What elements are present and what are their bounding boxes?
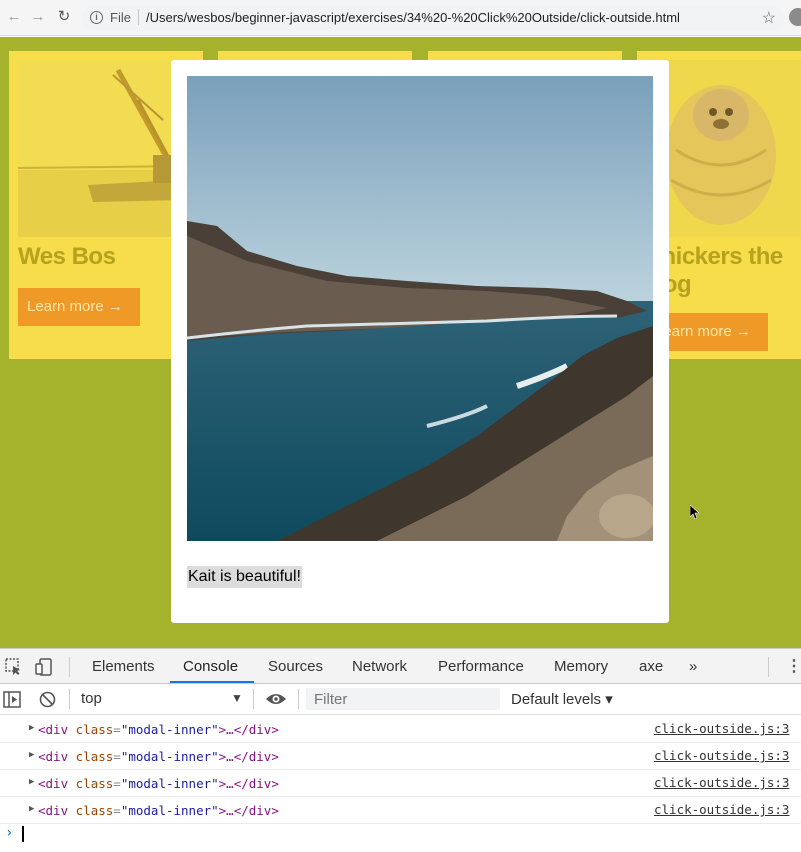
kebab-menu-icon[interactable]: ⋮ <box>786 656 801 676</box>
expand-arrow-icon[interactable]: ▶ <box>29 804 34 814</box>
source-link[interactable]: click-outside.js:3 <box>654 802 789 817</box>
context-select[interactable]: top <box>81 690 102 707</box>
attr-name: class <box>75 722 114 737</box>
back-arrow-icon[interactable]: ← <box>6 9 22 25</box>
chevron-down-icon[interactable]: ▼ <box>231 691 243 705</box>
address-bar[interactable]: i File /Users/wesbos/beginner-javascript… <box>82 5 784 31</box>
tab-performance[interactable]: Performance <box>438 658 524 675</box>
expand-arrow-icon[interactable]: ▶ <box>29 723 34 733</box>
devtools-tab-bar: Elements Console Sources Network Perform… <box>0 649 801 684</box>
mouse-cursor-icon <box>690 505 700 519</box>
toolbar-divider <box>69 657 70 677</box>
url-text[interactable]: /Users/wesbos/beginner-javascript/exerci… <box>146 10 680 25</box>
reload-icon[interactable]: ↻ <box>56 9 72 25</box>
filter-input[interactable] <box>306 688 500 710</box>
learn-more-button[interactable]: Learn more → <box>18 288 140 326</box>
sidebar-toggle-icon[interactable] <box>3 691 21 708</box>
tag-rest: >…</div> <box>218 803 279 818</box>
url-separator <box>138 9 139 25</box>
card-title: Wes Bos <box>18 243 116 270</box>
clear-console-icon[interactable] <box>39 691 56 708</box>
log-node[interactable]: <div class="modal-inner">…</div> <box>38 722 279 737</box>
log-node[interactable]: <div class="modal-inner">…</div> <box>38 749 279 764</box>
console-row[interactable]: ▶ <div class="modal-inner">…</div> click… <box>0 743 801 770</box>
file-label: File <box>110 10 131 25</box>
tab-elements[interactable]: Elements <box>92 658 155 675</box>
active-tab-indicator <box>170 681 254 683</box>
attr-value: "modal-inner" <box>120 749 219 764</box>
bookmark-star-icon[interactable]: ☆ <box>762 8 776 28</box>
info-icon[interactable]: i <box>90 11 103 24</box>
tab-memory[interactable]: Memory <box>554 658 608 675</box>
tag-open: <div <box>38 722 69 737</box>
tab-console[interactable]: Console <box>183 658 238 675</box>
eye-icon[interactable] <box>265 692 287 706</box>
console-prompt-icon: › <box>5 825 14 841</box>
browser-toolbar: ← → ↻ i File /Users/wesbos/beginner-java… <box>0 0 801 36</box>
source-link[interactable]: click-outside.js:3 <box>654 775 789 790</box>
tag-rest: >…</div> <box>218 776 279 791</box>
tag-open: <div <box>38 776 69 791</box>
expand-arrow-icon[interactable]: ▶ <box>29 777 34 787</box>
tag-open: <div <box>38 803 69 818</box>
device-toolbar-icon[interactable] <box>35 658 53 676</box>
forward-arrow-icon[interactable]: → <box>30 9 46 25</box>
card-image-crane <box>18 60 192 237</box>
attr-value: "modal-inner" <box>120 803 219 818</box>
attr-value: "modal-inner" <box>120 722 219 737</box>
modal-image-coast <box>187 76 653 541</box>
log-node[interactable]: <div class="modal-inner">…</div> <box>38 776 279 791</box>
devtools-panel: Elements Console Sources Network Perform… <box>0 648 801 852</box>
more-tabs-chevron-icon[interactable]: » <box>689 658 697 675</box>
attr-name: class <box>75 803 114 818</box>
card-title: Snickers the Dog <box>646 243 783 298</box>
attr-name: class <box>75 776 114 791</box>
tag-rest: >…</div> <box>218 749 279 764</box>
console-input-caret[interactable] <box>22 826 24 842</box>
expand-arrow-icon[interactable]: ▶ <box>29 750 34 760</box>
tab-network[interactable]: Network <box>352 658 407 675</box>
console-row[interactable]: ▶ <div class="modal-inner">…</div> click… <box>0 716 801 743</box>
page-content: Wes Bos Learn more → Snickers the Dog Le… <box>0 37 801 648</box>
tag-open: <div <box>38 749 69 764</box>
tag-rest: >…</div> <box>218 722 279 737</box>
console-toolbar: top ▼ Default levels ▾ <box>0 684 801 715</box>
toolbar-divider <box>768 657 769 677</box>
card-image-dog <box>646 60 801 237</box>
source-link[interactable]: click-outside.js:3 <box>654 748 789 763</box>
filter-field-wrap <box>306 688 500 710</box>
tab-axe[interactable]: axe <box>639 658 663 675</box>
console-row[interactable]: ▶ <div class="modal-inner">…</div> click… <box>0 770 801 797</box>
attr-name: class <box>75 749 114 764</box>
log-node[interactable]: <div class="modal-inner">…</div> <box>38 803 279 818</box>
attr-value: "modal-inner" <box>120 776 219 791</box>
inspect-element-icon[interactable] <box>5 658 23 676</box>
toolbar-divider <box>69 689 70 709</box>
tab-sources[interactable]: Sources <box>268 658 323 675</box>
toolbar-divider <box>298 689 299 709</box>
toolbar-divider <box>253 689 254 709</box>
modal-caption: Kait is beautiful! <box>187 566 302 588</box>
source-link[interactable]: click-outside.js:3 <box>654 721 789 736</box>
console-row[interactable]: ▶ <div class="modal-inner">…</div> click… <box>0 797 801 824</box>
profile-avatar[interactable] <box>789 8 801 26</box>
log-levels-dropdown[interactable]: Default levels ▾ <box>511 690 613 708</box>
modal-inner: Kait is beautiful! <box>171 60 669 623</box>
